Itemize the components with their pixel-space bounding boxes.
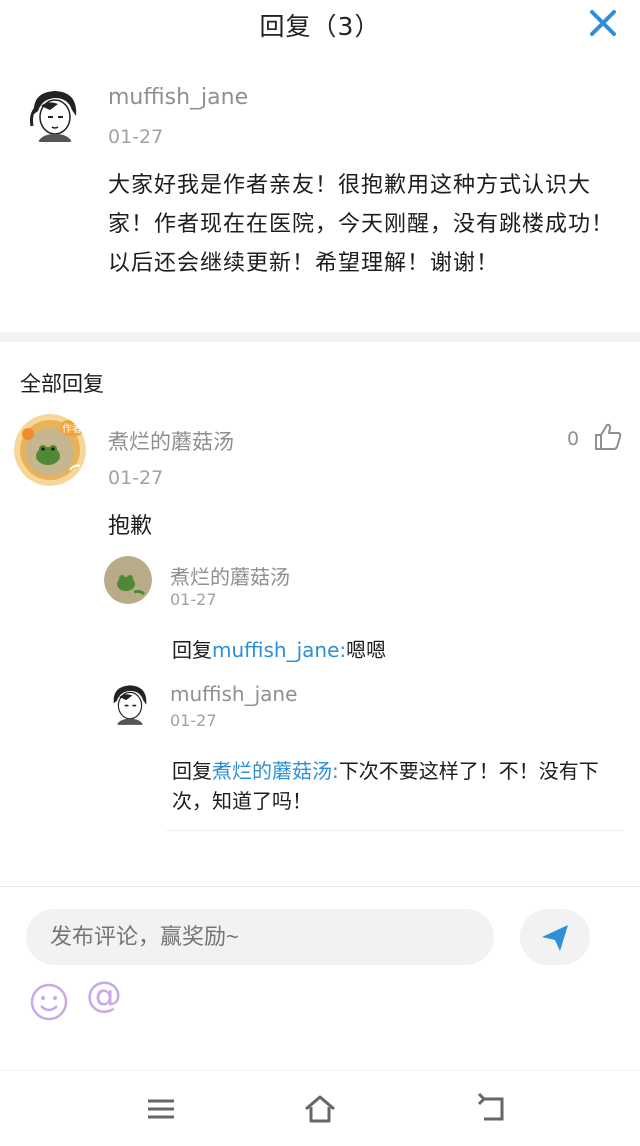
avatar-frog-image	[104, 556, 152, 604]
section-title: 全部回复	[20, 372, 104, 396]
username[interactable]: muffish_jane	[108, 85, 248, 110]
avatar-frog-image: 作者	[14, 414, 86, 486]
send-button[interactable]	[520, 909, 590, 965]
avatar[interactable]	[104, 556, 152, 604]
at-icon[interactable]: @	[86, 975, 122, 1016]
reply-prefix: 回复	[172, 638, 212, 662]
emoji-icon[interactable]	[30, 983, 68, 1021]
section-divider	[0, 332, 640, 342]
header: 回复（3）	[0, 0, 640, 48]
close-icon[interactable]	[588, 8, 618, 38]
avatar[interactable]: 作者	[14, 414, 86, 486]
reply-text: 抱歉	[108, 514, 153, 539]
comment-composer: @	[0, 886, 640, 1070]
like-count: 0	[567, 428, 580, 450]
reply-text: 回复煮烂的蘑菇汤:下次不要这样了！不！没有下次，知道了吗！	[172, 756, 617, 816]
back-icon[interactable]	[474, 1093, 508, 1125]
username[interactable]: muffish_jane	[170, 682, 297, 706]
reply-date: 01-27	[170, 711, 217, 730]
avatar[interactable]	[24, 84, 86, 146]
reply-content: 嗯嗯	[346, 638, 387, 662]
mention-link[interactable]: 煮烂的蘑菇汤:	[212, 759, 339, 783]
avatar-sketch-image	[24, 84, 86, 146]
reply-date: 01-27	[170, 590, 217, 609]
reply-date: 01-27	[108, 467, 164, 489]
username[interactable]: 煮烂的蘑菇汤	[108, 426, 234, 456]
author-badge: 作者	[62, 423, 82, 435]
reply-prefix: 回复	[172, 759, 212, 783]
page-title: 回复（3）	[259, 12, 381, 41]
system-navbar	[0, 1070, 640, 1146]
thumbs-up-icon[interactable]	[592, 421, 624, 453]
home-icon[interactable]	[303, 1093, 337, 1125]
username[interactable]: 煮烂的蘑菇汤	[170, 561, 290, 590]
reply-text: 回复muffish_jane:嗯嗯	[172, 634, 386, 663]
mention-link[interactable]: muffish_jane:	[212, 638, 346, 662]
comment-text: 大家好我是作者亲友！很抱歉用这种方式认识大家！作者现在在医院，今天刚醒，没有跳楼…	[108, 173, 615, 276]
send-icon	[542, 925, 568, 951]
comment-date: 01-27	[108, 126, 164, 148]
divider	[166, 830, 624, 831]
avatar[interactable]	[106, 680, 154, 728]
comment-input[interactable]	[26, 909, 494, 965]
avatar-sketch-image	[106, 680, 154, 728]
menu-icon[interactable]	[144, 1093, 178, 1125]
